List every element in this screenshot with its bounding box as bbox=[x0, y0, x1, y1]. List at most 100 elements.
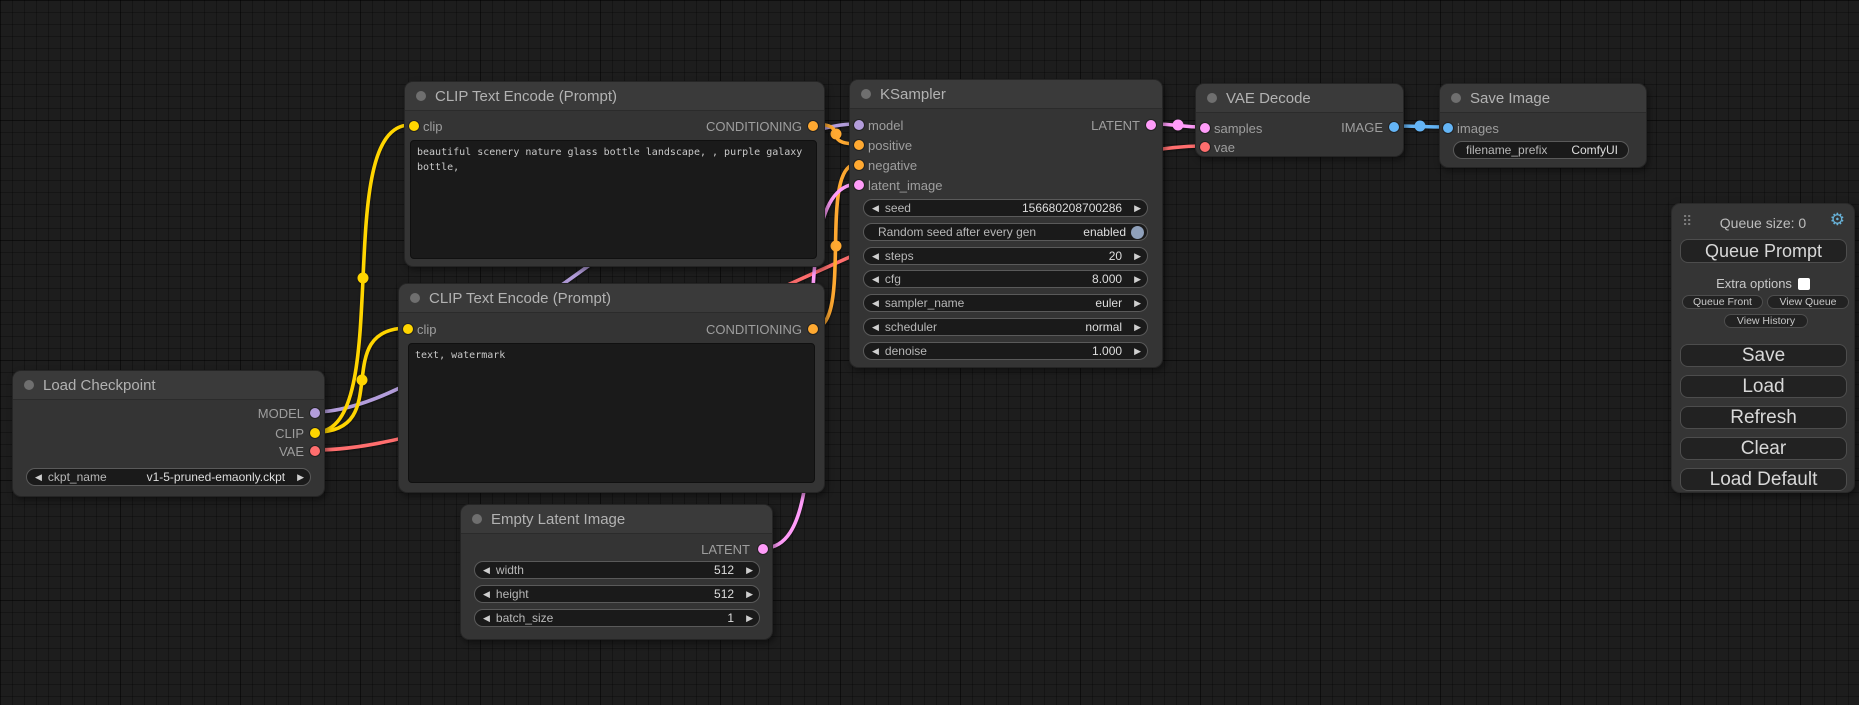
increment-arrow-icon[interactable]: ▶ bbox=[746, 590, 753, 599]
increment-arrow-icon[interactable]: ▶ bbox=[1134, 204, 1141, 213]
output-port-image[interactable] bbox=[1389, 122, 1399, 132]
input-port-vae[interactable] bbox=[1200, 142, 1210, 152]
widget-width[interactable]: ◀ width 512 ▶ bbox=[474, 561, 760, 579]
widget-denoise[interactable]: ◀ denoise 1.000 ▶ bbox=[863, 342, 1148, 360]
widget-label: seed bbox=[885, 201, 911, 215]
gear-icon[interactable]: ⚙ bbox=[1830, 211, 1845, 228]
input-port-latent-image[interactable] bbox=[854, 180, 864, 190]
decrement-arrow-icon[interactable]: ◀ bbox=[872, 347, 879, 356]
widget-sampler-name[interactable]: ◀ sampler_name euler ▶ bbox=[863, 294, 1148, 312]
widget-height[interactable]: ◀ height 512 ▶ bbox=[474, 585, 760, 603]
node-ksampler[interactable]: KSampler model positive negative latent_… bbox=[849, 79, 1163, 368]
node-clip-text-encode-positive[interactable]: CLIP Text Encode (Prompt) clip CONDITION… bbox=[404, 81, 825, 267]
node-title-bar[interactable]: Save Image bbox=[1440, 84, 1646, 113]
input-port-clip[interactable] bbox=[403, 324, 413, 334]
extra-options-label: Extra options bbox=[1716, 276, 1792, 291]
queue-front-button[interactable]: Queue Front bbox=[1682, 295, 1763, 309]
input-label-latent-image: latent_image bbox=[868, 178, 942, 193]
decrement-arrow-icon[interactable]: ◀ bbox=[483, 614, 490, 623]
increment-arrow-icon[interactable]: ▶ bbox=[1134, 347, 1141, 356]
increment-arrow-icon[interactable]: ▶ bbox=[1134, 299, 1141, 308]
node-title-bar[interactable]: Empty Latent Image bbox=[461, 505, 772, 534]
widget-seed[interactable]: ◀ seed 156680208700286 ▶ bbox=[863, 199, 1148, 217]
decrement-arrow-icon[interactable]: ◀ bbox=[872, 252, 879, 261]
refresh-button[interactable]: Refresh bbox=[1680, 406, 1847, 429]
queue-prompt-button[interactable]: Queue Prompt bbox=[1680, 239, 1847, 263]
increment-arrow-icon[interactable]: ▶ bbox=[1134, 323, 1141, 332]
decrement-arrow-icon[interactable]: ◀ bbox=[483, 590, 490, 599]
link-dot-samples[interactable] bbox=[1173, 120, 1184, 131]
input-port-model[interactable] bbox=[854, 120, 864, 130]
load-default-button[interactable]: Load Default bbox=[1680, 468, 1847, 491]
node-title-bar[interactable]: Load Checkpoint bbox=[13, 371, 324, 400]
widget-batch-size[interactable]: ◀ batch_size 1 ▶ bbox=[474, 609, 760, 627]
widget-value: 512 bbox=[714, 563, 734, 577]
increment-arrow-icon[interactable]: ▶ bbox=[1134, 275, 1141, 284]
widget-ckpt-name[interactable]: ◀ ckpt_name v1-5-pruned-emaonly.ckpt ▶ bbox=[26, 468, 311, 486]
clear-button[interactable]: Clear bbox=[1680, 437, 1847, 460]
output-label-conditioning: CONDITIONING bbox=[706, 119, 802, 134]
decrement-arrow-icon[interactable]: ◀ bbox=[872, 204, 879, 213]
node-empty-latent-image[interactable]: Empty Latent Image LATENT ◀ width 512 ▶ … bbox=[460, 504, 773, 640]
toggle-dot[interactable] bbox=[1131, 226, 1144, 239]
node-clip-text-encode-negative[interactable]: CLIP Text Encode (Prompt) clip CONDITION… bbox=[398, 283, 825, 493]
output-port-vae[interactable] bbox=[310, 446, 320, 456]
output-port-model[interactable] bbox=[310, 408, 320, 418]
save-button[interactable]: Save bbox=[1680, 344, 1847, 367]
increment-arrow-icon[interactable]: ▶ bbox=[1134, 252, 1141, 261]
widget-filename-prefix[interactable]: filename_prefix ComfyUI bbox=[1453, 141, 1629, 159]
widget-label: filename_prefix bbox=[1466, 143, 1547, 157]
input-port-positive[interactable] bbox=[854, 140, 864, 150]
node-title-bar[interactable]: CLIP Text Encode (Prompt) bbox=[405, 82, 824, 111]
input-port-images[interactable] bbox=[1443, 123, 1453, 133]
widget-cfg[interactable]: ◀ cfg 8.000 ▶ bbox=[863, 270, 1148, 288]
input-port-samples[interactable] bbox=[1200, 123, 1210, 133]
decrement-arrow-icon[interactable]: ◀ bbox=[35, 473, 42, 482]
node-title-bar[interactable]: KSampler bbox=[850, 80, 1162, 109]
node-vae-decode[interactable]: VAE Decode samples vae IMAGE bbox=[1195, 83, 1404, 157]
widget-steps[interactable]: ◀ steps 20 ▶ bbox=[863, 247, 1148, 265]
collapse-dot[interactable] bbox=[861, 89, 871, 99]
decrement-arrow-icon[interactable]: ◀ bbox=[872, 299, 879, 308]
decrement-arrow-icon[interactable]: ◀ bbox=[872, 323, 879, 332]
link-dot-image[interactable] bbox=[1415, 121, 1426, 132]
node-graph-canvas[interactable]: Load Checkpoint MODEL CLIP VAE ◀ ckpt_na… bbox=[0, 0, 1859, 705]
collapse-dot[interactable] bbox=[410, 293, 420, 303]
view-queue-button[interactable]: View Queue bbox=[1767, 295, 1849, 309]
collapse-dot[interactable] bbox=[1451, 93, 1461, 103]
link-dot-clip2[interactable] bbox=[357, 375, 368, 386]
collapse-dot[interactable] bbox=[24, 380, 34, 390]
input-port-clip[interactable] bbox=[409, 121, 419, 131]
view-history-button[interactable]: View History bbox=[1724, 314, 1808, 328]
output-port-conditioning[interactable] bbox=[808, 324, 818, 334]
node-save-image[interactable]: Save Image images filename_prefix ComfyU… bbox=[1439, 83, 1647, 168]
collapse-dot[interactable] bbox=[1207, 93, 1217, 103]
prompt-textarea[interactable]: text, watermark bbox=[408, 343, 815, 483]
node-load-checkpoint[interactable]: Load Checkpoint MODEL CLIP VAE ◀ ckpt_na… bbox=[12, 370, 325, 497]
link-dot-negative[interactable] bbox=[831, 241, 842, 252]
link-dot-clip1[interactable] bbox=[358, 273, 369, 284]
output-port-clip[interactable] bbox=[310, 428, 320, 438]
collapse-dot[interactable] bbox=[472, 514, 482, 524]
node-title: Save Image bbox=[1470, 90, 1550, 107]
link-dot-positive[interactable] bbox=[831, 129, 842, 140]
widget-random-seed[interactable]: Random seed after every gen enabled bbox=[863, 223, 1148, 241]
node-title-bar[interactable]: VAE Decode bbox=[1196, 84, 1403, 113]
decrement-arrow-icon[interactable]: ◀ bbox=[872, 275, 879, 284]
queue-panel[interactable]: ⠿ Queue size: 0 ⚙ Queue Prompt Extra opt… bbox=[1671, 203, 1855, 493]
increment-arrow-icon[interactable]: ▶ bbox=[746, 614, 753, 623]
node-title-bar[interactable]: CLIP Text Encode (Prompt) bbox=[399, 284, 824, 313]
increment-arrow-icon[interactable]: ▶ bbox=[297, 473, 304, 482]
output-port-conditioning[interactable] bbox=[808, 121, 818, 131]
widget-scheduler[interactable]: ◀ scheduler normal ▶ bbox=[863, 318, 1148, 336]
output-port-latent[interactable] bbox=[1146, 120, 1156, 130]
input-port-negative[interactable] bbox=[854, 160, 864, 170]
output-port-latent[interactable] bbox=[758, 544, 768, 554]
extra-options-checkbox[interactable] bbox=[1798, 278, 1810, 290]
load-button[interactable]: Load bbox=[1680, 375, 1847, 398]
widget-value: 1 bbox=[727, 611, 734, 625]
collapse-dot[interactable] bbox=[416, 91, 426, 101]
decrement-arrow-icon[interactable]: ◀ bbox=[483, 566, 490, 575]
increment-arrow-icon[interactable]: ▶ bbox=[746, 566, 753, 575]
prompt-textarea[interactable]: beautiful scenery nature glass bottle la… bbox=[410, 140, 817, 259]
